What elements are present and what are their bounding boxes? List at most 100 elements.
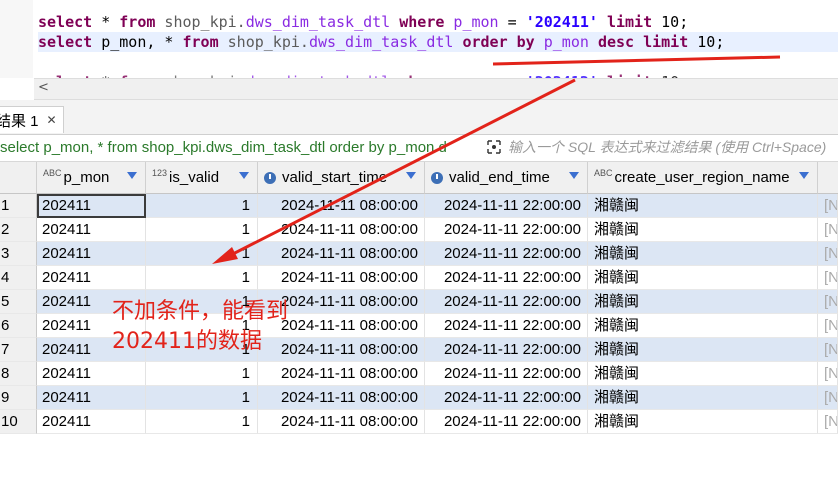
- cell-is-valid[interactable]: 1: [146, 266, 258, 290]
- cell-p-mon[interactable]: 202411: [37, 386, 146, 410]
- sql-token: '202411': [525, 13, 598, 31]
- column-header-valid-start-time[interactable]: valid_start_time: [258, 162, 425, 194]
- cell-is-valid[interactable]: 1: [146, 386, 258, 410]
- sql-token: =: [498, 13, 526, 31]
- cell-valid-start-time[interactable]: 2024-11-11 08:00:00: [258, 362, 425, 386]
- cell-p-mon[interactable]: 202411: [37, 242, 146, 266]
- cell-is-valid[interactable]: 1: [146, 362, 258, 386]
- cell-p-mon[interactable]: 202411: [37, 362, 146, 386]
- cell-create-user-region-name[interactable]: 湘赣闽: [588, 194, 818, 218]
- datetime-type-icon: [431, 171, 443, 184]
- sql-token: shop_kpi.: [218, 33, 309, 51]
- editor-horizontal-scrollbar[interactable]: <: [34, 78, 838, 100]
- cell-valid-end-time[interactable]: 2024-11-11 22:00:00: [425, 194, 588, 218]
- cell-next-column[interactable]: [N: [818, 266, 838, 290]
- datetime-type-icon: [264, 171, 276, 184]
- sort-arrow-icon[interactable]: [127, 172, 137, 179]
- table-row[interactable]: 2 202411 1 2024-11-11 08:00:00 2024-11-11 22…: [0, 218, 838, 242]
- sql-token: order by: [462, 33, 535, 51]
- cell-next-column[interactable]: [N: [818, 218, 838, 242]
- scroll-left-icon[interactable]: <: [38, 80, 49, 95]
- row-number-cell[interactable]: 5: [0, 290, 37, 314]
- column-header-p-mon[interactable]: ABC p_mon: [37, 162, 146, 194]
- close-icon[interactable]: ✕: [47, 113, 57, 127]
- cell-valid-end-time[interactable]: 2024-11-11 22:00:00: [425, 410, 588, 434]
- cell-create-user-region-name[interactable]: 湘赣闽: [588, 242, 818, 266]
- cell-p-mon[interactable]: 202411: [37, 218, 146, 242]
- cell-is-valid[interactable]: 1: [146, 194, 258, 218]
- cell-valid-end-time[interactable]: 2024-11-11 22:00:00: [425, 362, 588, 386]
- cell-valid-end-time[interactable]: 2024-11-11 22:00:00: [425, 386, 588, 410]
- cell-is-valid[interactable]: 1: [146, 410, 258, 434]
- sql-token: dws_dim_task_dtl: [308, 33, 454, 51]
- cell-p-mon[interactable]: 202411: [37, 194, 146, 218]
- cell-next-column[interactable]: [N: [818, 362, 838, 386]
- row-number-cell[interactable]: 10: [0, 410, 37, 434]
- cell-valid-start-time[interactable]: 2024-11-11 08:00:00: [258, 386, 425, 410]
- sql-token: p_mon, *: [92, 33, 183, 51]
- cell-next-column[interactable]: [N: [818, 314, 838, 338]
- cell-create-user-region-name[interactable]: 湘赣闽: [588, 314, 818, 338]
- row-number-cell[interactable]: 6: [0, 314, 37, 338]
- query-echo-text: select p_mon, * from shop_kpi.dws_dim_ta…: [0, 139, 447, 156]
- cell-valid-start-time[interactable]: 2024-11-11 08:00:00: [258, 218, 425, 242]
- cell-next-column[interactable]: [N: [818, 410, 838, 434]
- column-label: valid_start_time: [282, 169, 388, 186]
- row-number-cell[interactable]: 8: [0, 362, 37, 386]
- abc-type-icon: ABC: [43, 167, 62, 178]
- column-header-next[interactable]: [818, 162, 838, 194]
- table-row[interactable]: 8 202411 1 2024-11-11 08:00:00 2024-11-11 22…: [0, 362, 838, 386]
- sort-arrow-icon[interactable]: [406, 172, 416, 179]
- sort-arrow-icon[interactable]: [239, 172, 249, 179]
- table-row[interactable]: 9 202411 1 2024-11-11 08:00:00 2024-11-11 22…: [0, 386, 838, 410]
- cell-is-valid[interactable]: 1: [146, 242, 258, 266]
- cell-valid-end-time[interactable]: 2024-11-11 22:00:00: [425, 338, 588, 362]
- sql-line-1[interactable]: select * from shop_kpi.dws_dim_task_dtl …: [38, 12, 688, 32]
- sort-arrow-icon[interactable]: [569, 172, 579, 179]
- cell-p-mon[interactable]: 202411: [37, 266, 146, 290]
- cell-next-column[interactable]: [N: [818, 386, 838, 410]
- cell-valid-end-time[interactable]: 2024-11-11 22:00:00: [425, 242, 588, 266]
- cell-p-mon[interactable]: 202411: [37, 410, 146, 434]
- table-row[interactable]: 4 202411 1 2024-11-11 08:00:00 2024-11-11 22…: [0, 266, 838, 290]
- cell-create-user-region-name[interactable]: 湘赣闽: [588, 218, 818, 242]
- cell-next-column[interactable]: [N: [818, 290, 838, 314]
- cell-create-user-region-name[interactable]: 湘赣闽: [588, 386, 818, 410]
- cell-create-user-region-name[interactable]: 湘赣闽: [588, 338, 818, 362]
- cell-next-column[interactable]: [N: [818, 194, 838, 218]
- sql-line-2[interactable]: select p_mon, * from shop_kpi.dws_dim_ta…: [38, 32, 838, 52]
- cell-create-user-region-name[interactable]: 湘赣闽: [588, 362, 818, 386]
- column-header-is-valid[interactable]: 123 is_valid: [146, 162, 258, 194]
- table-row[interactable]: 10 202411 1 2024-11-11 08:00:00 2024-11-11 2…: [0, 410, 838, 434]
- column-header-valid-end-time[interactable]: valid_end_time: [425, 162, 588, 194]
- cell-valid-end-time[interactable]: 2024-11-11 22:00:00: [425, 314, 588, 338]
- cell-valid-end-time[interactable]: 2024-11-11 22:00:00: [425, 266, 588, 290]
- cell-valid-end-time[interactable]: 2024-11-11 22:00:00: [425, 218, 588, 242]
- row-number-cell[interactable]: 1: [0, 194, 37, 218]
- sort-arrow-icon[interactable]: [799, 172, 809, 179]
- cell-next-column[interactable]: [N: [818, 338, 838, 362]
- cell-valid-start-time[interactable]: 2024-11-11 08:00:00: [258, 194, 425, 218]
- row-number-cell[interactable]: 7: [0, 338, 37, 362]
- cell-valid-end-time[interactable]: 2024-11-11 22:00:00: [425, 290, 588, 314]
- row-number-cell[interactable]: 2: [0, 218, 37, 242]
- cell-valid-start-time[interactable]: 2024-11-11 08:00:00: [258, 266, 425, 290]
- filter-input[interactable]: [508, 137, 838, 157]
- table-row[interactable]: 1 202411 1 2024-11-11 08:00:00 2024-11-11 22…: [0, 194, 838, 218]
- row-number-cell[interactable]: 3: [0, 242, 37, 266]
- cell-create-user-region-name[interactable]: 湘赣闽: [588, 266, 818, 290]
- column-header-create-user-region-name[interactable]: ABC create_user_region_name: [588, 162, 818, 194]
- cell-valid-start-time[interactable]: 2024-11-11 08:00:00: [258, 410, 425, 434]
- row-number-cell[interactable]: 9: [0, 386, 37, 410]
- cell-valid-start-time[interactable]: 2024-11-11 08:00:00: [258, 242, 425, 266]
- cell-is-valid[interactable]: 1: [146, 218, 258, 242]
- cell-create-user-region-name[interactable]: 湘赣闽: [588, 410, 818, 434]
- row-number-cell[interactable]: 4: [0, 266, 37, 290]
- row-number-header[interactable]: [0, 162, 37, 194]
- cell-next-column[interactable]: [N: [818, 242, 838, 266]
- filter-icon[interactable]: [486, 139, 502, 159]
- sql-editor[interactable]: select * from shop_kpi.dws_dim_task_dtl …: [0, 0, 838, 100]
- cell-create-user-region-name[interactable]: 湘赣闽: [588, 290, 818, 314]
- tab-result-1[interactable]: 结果 1 ✕: [0, 106, 64, 133]
- table-row[interactable]: 3 202411 1 2024-11-11 08:00:00 2024-11-11 22…: [0, 242, 838, 266]
